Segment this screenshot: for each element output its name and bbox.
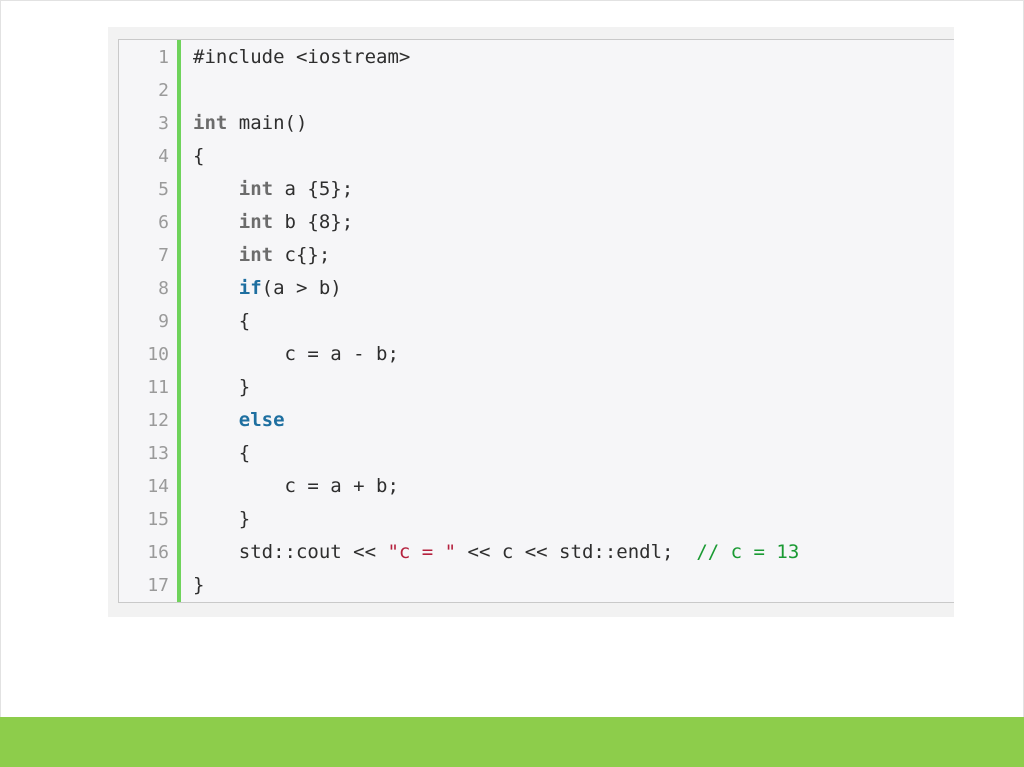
code-token-plain: }: [193, 574, 205, 596]
line-number: 9: [158, 311, 169, 332]
code-line: }: [193, 503, 250, 536]
code-token-plain: {: [193, 442, 251, 464]
line-number: 3: [158, 113, 169, 134]
code-token-type: int: [238, 211, 274, 233]
code-token-type: int: [238, 244, 274, 266]
code-token-plain: b {8};: [273, 211, 354, 233]
code-block: 1 2 3 4 5 6 7 8 9 10 11 12 13 14 15 16 17 #include <iost…: [118, 39, 954, 603]
line-number: 2: [158, 80, 169, 101]
line-number: 1: [158, 47, 169, 68]
code-token-plain: c = a - b;: [193, 343, 399, 365]
code-token-plain: (a > b): [261, 277, 342, 299]
line-number: 12: [147, 410, 169, 431]
code-line: }: [193, 569, 204, 602]
code-line: {: [193, 305, 250, 338]
code-token-keyword: else: [238, 409, 285, 431]
code-token-plain: {: [193, 145, 205, 167]
code-token-comment: // c = 13: [696, 541, 800, 563]
code-line: if(a > b): [193, 272, 342, 305]
code-line: int b {8};: [193, 206, 353, 239]
line-number: 4: [158, 146, 169, 167]
code-token-plain: << c << std::endl;: [456, 541, 697, 563]
footer-accent-bar: [0, 717, 1024, 767]
code-token-plain: a {5};: [273, 178, 354, 200]
code-line: else: [193, 404, 285, 437]
line-number-gutter: 1 2 3 4 5 6 7 8 9 10 11 12 13 14 15 16 17: [119, 40, 181, 602]
code-line: {: [193, 437, 250, 470]
code-token-plain: std::cout <<: [193, 541, 388, 563]
code-line: std::cout << "c = " << c << std::endl; /…: [193, 536, 800, 569]
line-number: 14: [147, 476, 169, 497]
code-token-plain: main(): [227, 112, 308, 134]
code-token-plain: }: [193, 508, 251, 530]
code-token-type: int: [238, 178, 274, 200]
code-line: c = a + b;: [193, 470, 399, 503]
line-number: 13: [147, 443, 169, 464]
line-number: 5: [158, 179, 169, 200]
code-token-type: int: [193, 112, 228, 134]
code-snippet-frame: 1 2 3 4 5 6 7 8 9 10 11 12 13 14 15 16 17 #include <iost…: [108, 27, 954, 617]
line-number: 10: [147, 344, 169, 365]
code-token-keyword: if: [238, 277, 262, 299]
line-number: 6: [158, 212, 169, 233]
code-token-plain: c = a + b;: [193, 475, 399, 497]
line-number: 16: [147, 542, 169, 563]
code-line: {: [193, 140, 204, 173]
code-content: #include <iostream> int main() { int a {5}…: [193, 40, 943, 602]
code-line: c = a - b;: [193, 338, 399, 371]
line-number: 11: [147, 377, 169, 398]
line-number: 15: [147, 509, 169, 530]
code-token-plain: c{};: [273, 244, 331, 266]
code-line: int main(): [193, 107, 307, 140]
code-line: int c{};: [193, 239, 331, 272]
line-number: 8: [158, 278, 169, 299]
line-number: 7: [158, 245, 169, 266]
code-token-plain: #include <iostream>: [193, 46, 411, 68]
line-number: 17: [147, 575, 169, 596]
code-line: #include <iostream>: [193, 41, 410, 74]
code-token-plain: }: [193, 376, 251, 398]
code-token-plain: {: [193, 310, 251, 332]
code-token-string: "c = ": [387, 541, 457, 563]
code-line: int a {5};: [193, 173, 353, 206]
code-line: }: [193, 371, 250, 404]
